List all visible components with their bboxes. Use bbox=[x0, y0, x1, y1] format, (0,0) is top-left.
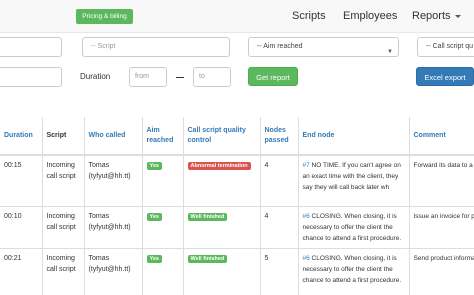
chevron-down-icon: ▼ bbox=[387, 49, 393, 55]
cell-aim: Yes bbox=[142, 206, 184, 249]
duration-from-input[interactable]: from bbox=[129, 67, 167, 87]
cell-duration: 00:10 bbox=[0, 206, 43, 249]
chevron-down-icon bbox=[454, 14, 461, 18]
nav-scripts[interactable]: Scripts bbox=[292, 10, 326, 22]
duration-to-input[interactable]: to bbox=[193, 67, 231, 87]
table-row[interactable]: 00:15 Incoming call script Tomas (tyfyut… bbox=[0, 155, 474, 207]
cell-nodes: 4 bbox=[260, 155, 299, 207]
aim-badge: Yes bbox=[146, 254, 162, 263]
cell-duration: 00:15 bbox=[0, 155, 43, 207]
cell-script: Incoming call script bbox=[42, 155, 85, 207]
header-script: Script bbox=[42, 117, 85, 156]
end-node-text: CLOSING. When closing, it is necessary t… bbox=[302, 254, 402, 284]
end-node-text: CLOSING. When closing, it is necessary t… bbox=[302, 212, 402, 242]
header-aim-reached[interactable]: Aim reached bbox=[142, 117, 184, 156]
cell-quality: Well finished bbox=[183, 206, 261, 249]
cell-who-called: Tomas (tyfyut@hh.tt) bbox=[84, 155, 143, 207]
cell-script: Incoming call script bbox=[42, 248, 85, 295]
cell-nodes: 4 bbox=[260, 206, 299, 249]
get-report-button[interactable]: Get report bbox=[248, 67, 298, 86]
top-navbar: Pricing & billing Scripts Employees Repo… bbox=[0, 0, 474, 33]
cell-end-node: #6 CLOSING. When closing, it is necessar… bbox=[298, 206, 410, 249]
duration-label: Duration bbox=[80, 72, 111, 81]
table-header-row: Duration Script Who called Aim reached C… bbox=[0, 117, 474, 156]
cell-comment: Send product information to company_emai… bbox=[409, 248, 474, 295]
quality-badge: Well finished bbox=[187, 254, 228, 263]
header-duration[interactable]: Duration bbox=[0, 117, 43, 156]
aim-badge: Yes bbox=[146, 212, 162, 221]
cell-duration: 00:21 bbox=[0, 248, 43, 295]
cell-end-node: #7 NO TIME. If you can't agree on an exa… bbox=[298, 155, 410, 207]
script-select[interactable]: -- Script bbox=[82, 37, 230, 57]
aim-reached-select-value: -- Aim reached bbox=[257, 43, 303, 50]
cell-aim: Yes bbox=[142, 155, 184, 207]
end-node-link[interactable]: #7 bbox=[303, 162, 310, 169]
range-dash bbox=[176, 77, 184, 78]
date-filter-input[interactable] bbox=[0, 67, 62, 87]
cell-comment: Forward its data to a repair specialist bbox=[409, 155, 474, 207]
header-end-node[interactable]: End node bbox=[298, 117, 410, 156]
cell-nodes: 5 bbox=[260, 248, 299, 295]
table-row[interactable]: 00:21 Incoming call script Tomas (tyfyut… bbox=[0, 248, 474, 295]
end-node-text: NO TIME. If you can't agree on an exact … bbox=[302, 162, 401, 191]
header-nodes-passed[interactable]: Nodes passed bbox=[260, 117, 299, 156]
excel-export-button[interactable]: Excel export bbox=[416, 67, 474, 86]
cell-quality: Well finished bbox=[183, 248, 261, 295]
quality-badge: Well finished bbox=[187, 212, 228, 221]
cell-comment: Issue an invoice for payment bbox=[409, 206, 474, 249]
cell-script: Incoming call script bbox=[42, 206, 85, 249]
header-quality-control[interactable]: Call script quality control bbox=[183, 117, 261, 156]
cell-aim: Yes bbox=[142, 248, 184, 295]
table-row[interactable]: 00:10 Incoming call script Tomas (tyfyut… bbox=[0, 206, 474, 249]
nav-reports[interactable]: Reports bbox=[412, 10, 461, 22]
employee-filter-input[interactable] bbox=[0, 37, 62, 57]
cell-who-called: Tomas (tyfyut@hh.tt) bbox=[84, 248, 143, 295]
cell-end-node: #6 CLOSING. When closing, it is necessar… bbox=[298, 248, 410, 295]
nav-employees[interactable]: Employees bbox=[343, 10, 397, 22]
cell-who-called: Tomas (tyfyut@hh.tt) bbox=[84, 206, 143, 249]
end-node-link[interactable]: #6 bbox=[303, 213, 310, 220]
end-node-link[interactable]: #6 bbox=[303, 255, 310, 262]
cell-quality: Abnormal termination bbox=[183, 155, 261, 207]
pricing-billing-button[interactable]: Pricing & billing bbox=[76, 9, 133, 24]
header-comment[interactable]: Comment bbox=[409, 117, 474, 156]
quality-control-select[interactable]: -- Call script qu bbox=[417, 37, 474, 57]
aim-reached-select[interactable]: -- Aim reached ▼ bbox=[248, 37, 399, 57]
nav-reports-label: Reports bbox=[412, 10, 451, 22]
quality-badge: Abnormal termination bbox=[187, 162, 251, 170]
calls-report-table: Duration Script Who called Aim reached C… bbox=[0, 117, 474, 295]
aim-badge: Yes bbox=[146, 162, 162, 170]
header-who-called[interactable]: Who called bbox=[84, 117, 143, 156]
